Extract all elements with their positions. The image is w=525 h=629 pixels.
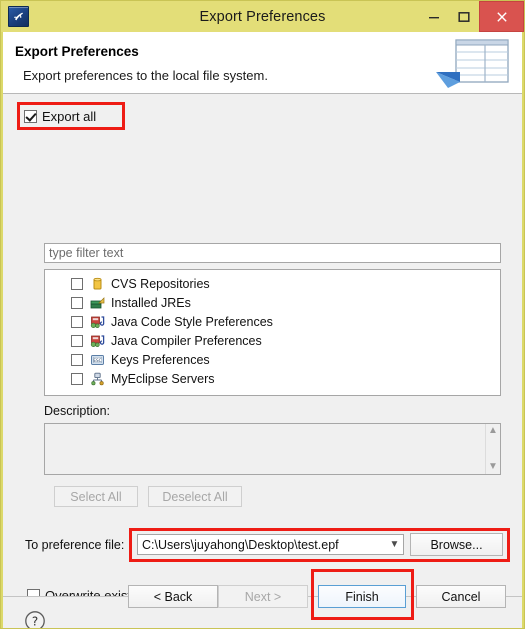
tree-item-checkbox[interactable] [71, 353, 83, 366]
back-button[interactable]: < Back [128, 585, 218, 608]
overwrite-checkbox-box[interactable] [27, 589, 40, 596]
svg-text:?: ? [32, 614, 38, 628]
window-controls [419, 1, 524, 32]
tree-item-checkbox[interactable] [71, 315, 83, 328]
tree-item[interactable]: CVS Repositories [45, 274, 500, 293]
description-label: Description: [44, 404, 110, 418]
java-preferences-icon [89, 314, 105, 330]
tree-item-checkbox[interactable] [71, 296, 83, 309]
page-title: Export Preferences [15, 44, 139, 59]
title-bar[interactable]: Export Preferences [1, 1, 524, 32]
svg-text:ESC: ESC [93, 357, 101, 362]
eclipse-icon [8, 6, 29, 27]
browse-button[interactable]: Browse... [410, 533, 503, 556]
tree-item-checkbox[interactable] [71, 372, 83, 385]
tree-item-checkbox[interactable] [71, 277, 83, 290]
tree-item[interactable]: ESC Keys Preferences [45, 350, 500, 369]
description-scrollbar[interactable]: ▲ ▼ [485, 424, 500, 474]
export-all-checkbox[interactable]: Export all [24, 108, 96, 125]
maximize-icon[interactable] [449, 1, 479, 32]
filter-placeholder: type filter text [49, 246, 124, 260]
help-question-icon[interactable]: ? [24, 610, 46, 628]
preference-file-combo[interactable]: C:\Users\juyahong\Desktop\test.epf ▼ [137, 534, 404, 555]
jre-icon [89, 295, 105, 311]
description-textarea[interactable]: ▲ ▼ [44, 423, 501, 475]
tree-item-label: Java Code Style Preferences [111, 314, 273, 329]
filter-input[interactable]: type filter text [44, 243, 501, 263]
export-table-icon [428, 36, 514, 93]
cvs-repository-icon [89, 276, 105, 292]
keys-escape-icon: ESC [89, 352, 105, 368]
dialog-body: Export all type filter text CVS Reposito… [3, 94, 522, 596]
tree-item[interactable]: MyEclipse Servers [45, 369, 500, 388]
minimize-icon[interactable] [419, 1, 449, 32]
tree-item[interactable]: Installed JREs [45, 293, 500, 312]
dialog-header: Export Preferences Export preferences to… [3, 32, 522, 94]
tree-item-label: Installed JREs [111, 295, 191, 310]
tree-item-label: MyEclipse Servers [111, 371, 215, 386]
tree-item-label: Java Compiler Preferences [111, 333, 262, 348]
select-all-button[interactable]: Select All [54, 486, 138, 507]
tree-item[interactable]: Java Compiler Preferences [45, 331, 500, 350]
preference-file-value[interactable]: C:\Users\juyahong\Desktop\test.epf [138, 538, 386, 552]
tree-item-label: Keys Preferences [111, 352, 210, 367]
java-preferences-icon [89, 333, 105, 349]
next-button[interactable]: Next > [218, 585, 308, 608]
cancel-button[interactable]: Cancel [416, 585, 506, 608]
preference-file-label: To preference file: [25, 538, 125, 552]
tree-item-checkbox[interactable] [71, 334, 83, 347]
export-preferences-dialog: Export Preferences Export Preferences Ex… [0, 0, 525, 629]
chevron-down-icon[interactable]: ▼ [386, 539, 403, 550]
close-icon[interactable] [479, 1, 524, 32]
export-all-label: Export all [42, 109, 97, 124]
tree-item-label: CVS Repositories [111, 276, 210, 291]
deselect-all-button[interactable]: Deselect All [148, 486, 242, 507]
myeclipse-servers-icon [89, 371, 105, 387]
tree-item[interactable]: Java Code Style Preferences [45, 312, 500, 331]
finish-button[interactable]: Finish [318, 585, 406, 608]
preferences-tree[interactable]: CVS Repositories Installed JREs Java Cod… [44, 269, 501, 396]
scroll-down-icon[interactable]: ▼ [488, 462, 498, 472]
export-all-checkbox-box[interactable] [24, 110, 37, 123]
page-subtitle: Export preferences to the local file sys… [23, 68, 268, 83]
scroll-up-icon[interactable]: ▲ [488, 426, 498, 436]
